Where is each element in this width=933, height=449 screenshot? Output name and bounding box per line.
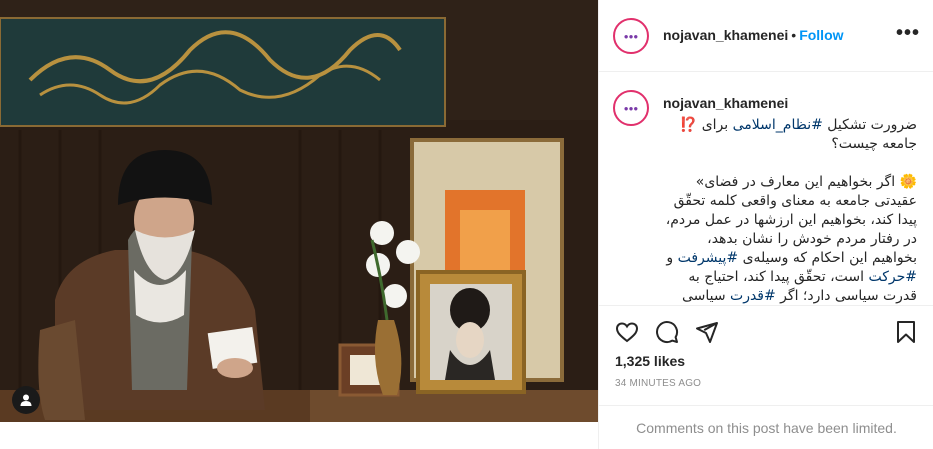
bookmark-icon[interactable]: [894, 320, 918, 344]
more-options-button[interactable]: •••: [896, 22, 920, 45]
caption-area: ●●● nojavan_khamenei ضرورت تشکیل #نظام_ا…: [599, 72, 933, 305]
caption-text: ضرورت تشکیل #نظام_اسلامی برای ⁉️ جامعه چ…: [661, 116, 917, 305]
post-timestamp[interactable]: 34 MINUTES AGO: [615, 378, 701, 389]
follow-button[interactable]: Follow: [799, 27, 843, 43]
caption-username[interactable]: nojavan_khamenei: [663, 95, 788, 111]
user-icon: [20, 394, 32, 406]
hashtag-link[interactable]: #نظام_اسلامی: [733, 117, 823, 133]
avatar[interactable]: ●●●: [613, 18, 649, 54]
share-icon[interactable]: [695, 320, 719, 344]
caption-line1-a: ضرورت تشکیل: [822, 117, 917, 133]
hashtag-link[interactable]: #قدرت: [730, 288, 776, 304]
likes-count[interactable]: 1,325 likes: [615, 353, 685, 369]
comment-icon[interactable]: [655, 320, 679, 344]
post-image[interactable]: [0, 0, 598, 422]
caption-avatar[interactable]: ●●●: [613, 90, 649, 126]
caption-para2-b: و: [666, 250, 678, 266]
heart-icon[interactable]: [615, 320, 639, 344]
separator: •: [791, 27, 797, 43]
post-header: ●●● nojavan_khamenei • Follow •••: [599, 0, 933, 72]
post-side-panel: ●●● nojavan_khamenei • Follow ••• ●●● noja…: [598, 0, 933, 449]
avatar-logo: ●●●: [623, 103, 639, 113]
hashtag-link[interactable]: #پیشرفت: [678, 250, 739, 266]
comments-limited-notice: Comments on this post have been limited.: [599, 405, 933, 449]
user-tag-button[interactable]: [12, 386, 40, 414]
avatar-logo: ●●●: [623, 31, 639, 41]
username-link[interactable]: nojavan_khamenei: [663, 27, 788, 43]
hashtag-link[interactable]: #حرکت: [868, 269, 917, 285]
